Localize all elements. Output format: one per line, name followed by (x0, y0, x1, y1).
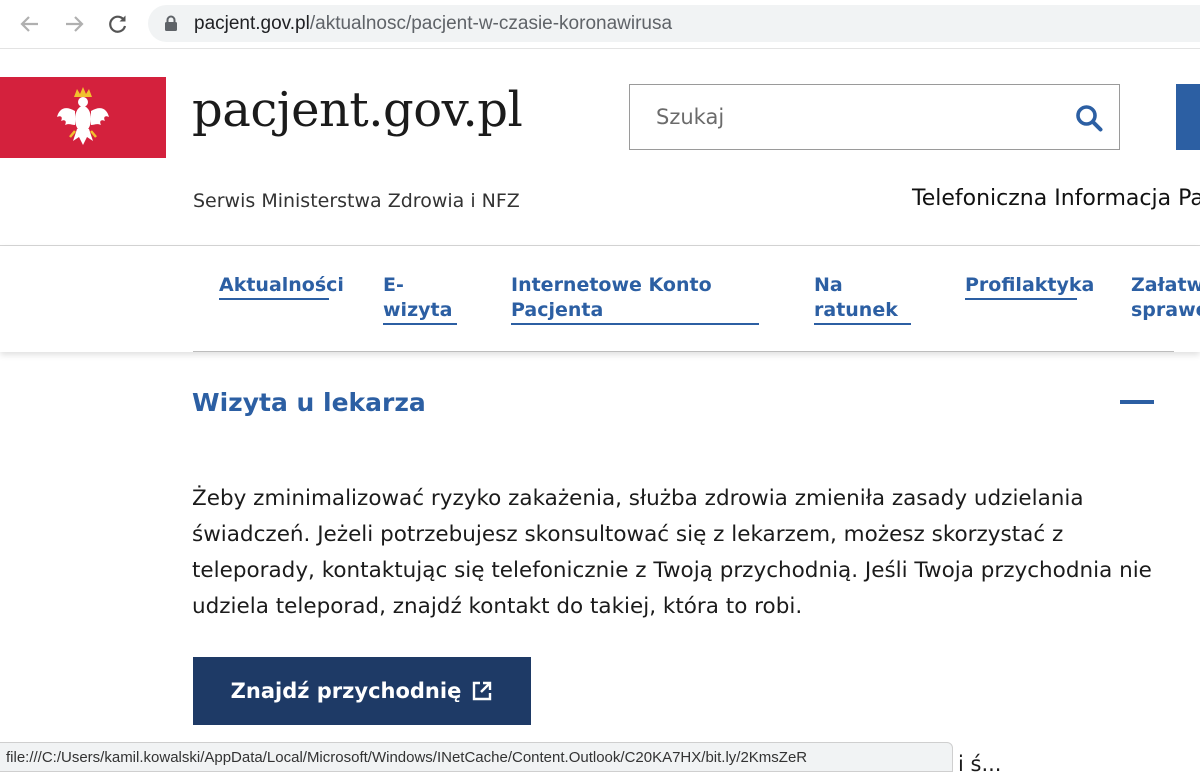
address-bar[interactable]: pacjent.gov.pl/aktualnosc/pacjent-w-czas… (148, 5, 1200, 42)
reload-button[interactable] (102, 8, 134, 40)
menu-item-profilaktyka[interactable]: Profilaktyka (965, 273, 1094, 300)
tagline: Serwis Ministerstwa Zdrowia i NFZ (193, 190, 520, 212)
search-input[interactable] (630, 85, 1050, 149)
reload-icon (109, 15, 127, 33)
accordion-title[interactable]: Wizyta u lekarza (192, 388, 426, 417)
search-button[interactable] (1073, 102, 1105, 134)
eagle-emblem-icon (57, 86, 109, 145)
find-clinic-label: Znajdź przychodnię (230, 679, 462, 703)
menu-item-zalatw-sprawe[interactable]: Załatw sprawę (1131, 273, 1200, 323)
hotline-link[interactable]: Telefoniczna Informacja Pa (912, 186, 1200, 211)
national-emblem[interactable] (0, 77, 166, 158)
back-button[interactable] (14, 8, 46, 40)
site-name[interactable]: pacjent.gov.pl (192, 82, 523, 138)
search-box (629, 84, 1120, 150)
external-link-icon (473, 681, 492, 701)
url-host: pacjent.gov.pl (194, 13, 310, 34)
minus-icon[interactable] (1120, 400, 1154, 404)
url-text: pacjent.gov.pl/aktualnosc/pacjent-w-czas… (194, 13, 672, 35)
forward-arrow-icon (66, 16, 84, 32)
forward-button[interactable] (58, 8, 90, 40)
main-menu: Aktualności E-wizyta Internetowe Konto P… (0, 246, 1200, 352)
search-icon (1076, 105, 1103, 132)
lock-icon (164, 15, 178, 36)
menu-item-aktualnosci[interactable]: Aktualności (219, 273, 344, 300)
header-action-button[interactable] (1176, 84, 1200, 150)
cut-off-text: i ś... (958, 752, 1002, 776)
browser-toolbar: pacjent.gov.pl/aktualnosc/pacjent-w-czas… (0, 0, 1200, 49)
url-path: /aktualnosc/pacjent-w-czasie-koronawirus… (309, 13, 673, 34)
section-divider (193, 351, 1174, 352)
link-status-bar: file:///C:/Users/kamil.kowalski/AppData/… (0, 742, 953, 772)
section-body: Żeby zminimalizować ryzyko zakażenia, sł… (192, 486, 1152, 619)
menu-item-e-wizyta[interactable]: E-wizyta (383, 273, 457, 325)
back-arrow-icon (20, 16, 38, 32)
find-clinic-button[interactable]: Znajdź przychodnię (193, 657, 531, 725)
menu-item-na-ratunek[interactable]: Na ratunek (814, 273, 911, 325)
menu-item-ikp[interactable]: Internetowe Konto Pacjenta (511, 273, 759, 325)
